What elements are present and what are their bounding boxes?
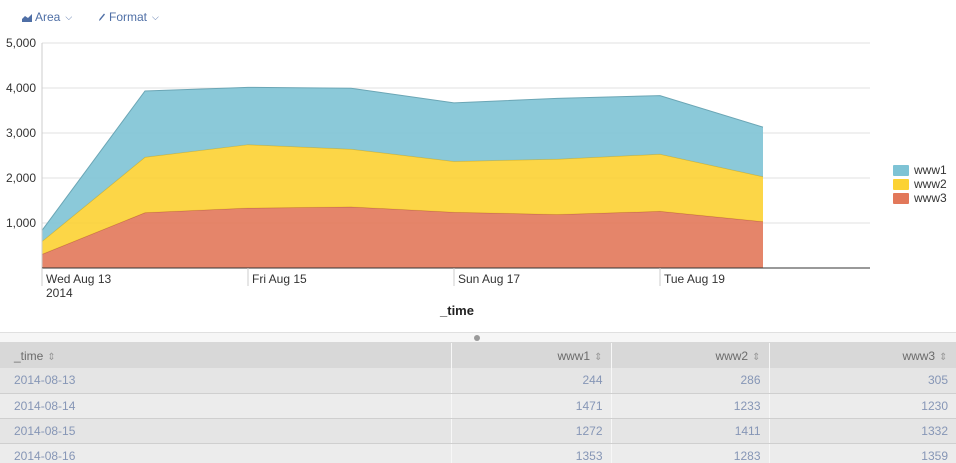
table-cell-www1[interactable]: 1272 bbox=[451, 418, 612, 444]
sort-icon[interactable]: ⇕ bbox=[752, 352, 760, 363]
x-tick-label: 2014 bbox=[46, 286, 73, 300]
toolbar: Area ⌵ Format ⌵ bbox=[0, 0, 956, 36]
sort-icon[interactable]: ⇕ bbox=[47, 352, 55, 363]
area-chart: 1,000 2,000 3,000 4,000 5,000 Wed Aug 132014 F… bbox=[6, 36, 870, 318]
y-tick-label: 2,000 bbox=[6, 171, 36, 185]
x-tick-label: Tue Aug 19 bbox=[664, 272, 725, 286]
legend-item-www2[interactable]: www2 bbox=[893, 177, 947, 191]
x-tick-label: Sun Aug 17 bbox=[458, 272, 520, 286]
table-cell-www2[interactable]: 1283 bbox=[611, 443, 770, 463]
table-cell-www2[interactable]: 286 bbox=[611, 368, 770, 394]
chevron-down-icon: ⌵ bbox=[65, 11, 73, 22]
legend-label: www1 bbox=[914, 163, 947, 177]
format-button[interactable]: Format ⌵ bbox=[98, 10, 159, 24]
y-tick-label: 1,000 bbox=[6, 216, 36, 230]
table-row: 2014-08-14 1471 1233 1230 bbox=[0, 393, 956, 419]
column-header-www2[interactable]: www2 ⇕ bbox=[611, 343, 770, 368]
table-cell-www3[interactable]: 305 bbox=[769, 368, 956, 394]
legend-swatch bbox=[893, 164, 909, 176]
table-cell-www3[interactable]: 1332 bbox=[769, 418, 956, 444]
area-button-label: Area bbox=[35, 10, 61, 24]
area-chart-icon bbox=[22, 13, 32, 22]
legend-label: www2 bbox=[914, 177, 947, 191]
table-row: 2014-08-16 1353 1283 1359 bbox=[0, 443, 956, 463]
y-tick-label: 4,000 bbox=[6, 81, 36, 95]
y-tick-label: 5,000 bbox=[6, 36, 36, 50]
table-cell-time[interactable]: 2014-08-13 bbox=[0, 368, 452, 394]
table-cell-www1[interactable]: 244 bbox=[451, 368, 612, 394]
legend-item-www3[interactable]: www3 bbox=[893, 191, 947, 205]
legend-label: www3 bbox=[914, 191, 947, 205]
table-cell-time[interactable]: 2014-08-16 bbox=[0, 443, 452, 463]
table-cell-www2[interactable]: 1233 bbox=[611, 393, 770, 419]
table-cell-time[interactable]: 2014-08-15 bbox=[0, 418, 452, 444]
resize-handle[interactable] bbox=[0, 332, 956, 343]
table-header-row: _time ⇕ www1 ⇕ www2 ⇕ www3 ⇕ bbox=[0, 343, 956, 368]
table-cell-www3[interactable]: 1359 bbox=[769, 443, 956, 463]
table-row: 2014-08-13 244 286 305 bbox=[0, 368, 956, 394]
pencil-icon bbox=[99, 13, 105, 21]
legend-item-www1[interactable]: www1 bbox=[893, 163, 947, 177]
chevron-down-icon: ⌵ bbox=[152, 11, 159, 22]
x-axis-title: _time bbox=[439, 303, 474, 318]
chart-legend: www1 www2 www3 bbox=[893, 163, 947, 205]
chart-area: 1,000 2,000 3,000 4,000 5,000 Wed Aug 13 2014 F… bbox=[0, 36, 956, 332]
column-header-www3[interactable]: www3 ⇕ bbox=[769, 343, 956, 368]
sort-icon[interactable]: ⇕ bbox=[939, 352, 947, 363]
y-tick-label: 3,000 bbox=[6, 126, 36, 140]
column-header-www1[interactable]: www1 ⇕ bbox=[451, 343, 612, 368]
sort-icon[interactable]: ⇕ bbox=[594, 352, 602, 363]
legend-swatch bbox=[893, 178, 909, 190]
format-button-label: Format bbox=[109, 10, 148, 24]
results-table: _time ⇕ www1 ⇕ www2 ⇕ www3 ⇕ 2014-08-13 244 … bbox=[0, 343, 956, 463]
table-cell-www3[interactable]: 1230 bbox=[769, 393, 956, 419]
table-cell-www1[interactable]: 1353 bbox=[451, 443, 612, 463]
area-chart-type-button[interactable]: Area ⌵ bbox=[22, 10, 72, 24]
table-cell-www1[interactable]: 1471 bbox=[451, 393, 612, 419]
table-cell-time[interactable]: 2014-08-14 bbox=[0, 393, 452, 419]
resize-grip-icon[interactable] bbox=[474, 335, 480, 341]
x-tick-label: Wed Aug 13 bbox=[46, 272, 111, 286]
legend-swatch bbox=[893, 192, 909, 204]
x-tick-label: Fri Aug 15 bbox=[252, 272, 307, 286]
area-series-www3 bbox=[42, 206, 763, 268]
table-cell-www2[interactable]: 1411 bbox=[611, 418, 770, 444]
column-header-time[interactable]: _time ⇕ bbox=[0, 343, 452, 368]
table-row: 2014-08-15 1272 1411 1332 bbox=[0, 418, 956, 444]
